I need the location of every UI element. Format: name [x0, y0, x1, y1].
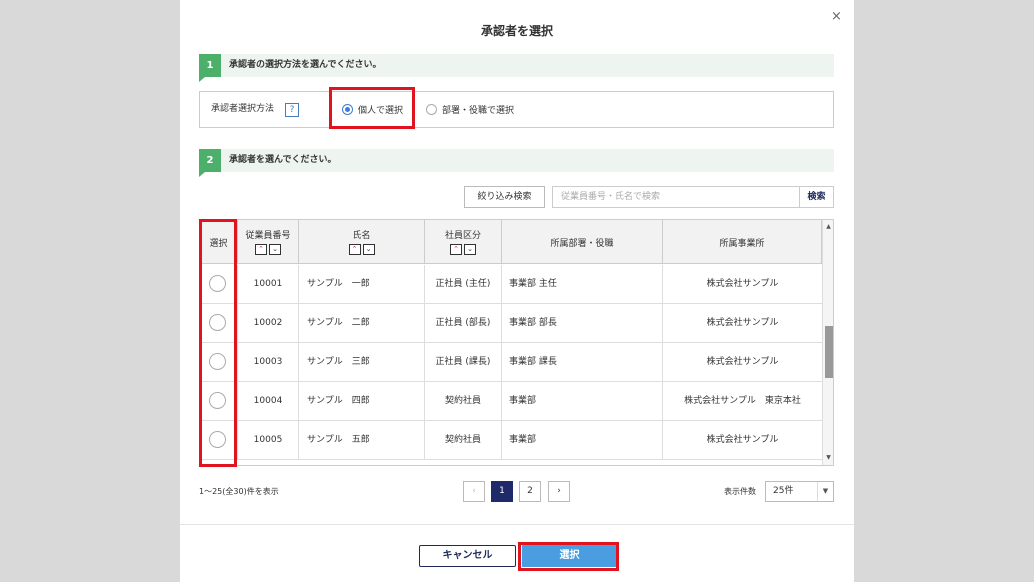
header-name-label: 氏名	[352, 231, 371, 241]
sort-asc-icon[interactable]: ⌃	[450, 244, 462, 255]
per-page-value: 25件	[773, 486, 794, 496]
row-radio-icon[interactable]	[209, 431, 226, 448]
row-emp-type: 正社員 (課長)	[425, 343, 502, 382]
approver-dialog: 承認者を選択 × 1 承認者の選択方法を選んでください。 承認者選択方法 ? 個…	[180, 0, 854, 582]
table-scrollbar[interactable]: ▲ ▼	[822, 220, 833, 465]
radio-department[interactable]: 部署・役職で選択	[426, 92, 514, 127]
header-select-label: 選択	[209, 238, 228, 249]
row-select-cell	[200, 304, 238, 343]
row-name: サンプル 三郎	[299, 343, 425, 382]
per-page-label: 表示件数	[724, 487, 756, 496]
search-button[interactable]: 検索	[799, 186, 834, 208]
sort-desc-icon[interactable]: ⌄	[362, 244, 375, 255]
row-name: サンプル 四郎	[299, 382, 425, 421]
header-emp-no: 従業員番号 ⌃ ⌄	[238, 220, 299, 264]
sort-asc-icon[interactable]: ⌃	[255, 244, 267, 255]
radio-selected-icon[interactable]	[342, 104, 353, 115]
row-office: 株式会社サンプル	[706, 279, 779, 289]
row-select-cell	[200, 343, 238, 382]
help-icon[interactable]: ?	[285, 103, 299, 117]
selection-method-box: 承認者選択方法 ? 個人で選択 部署・役職で選択	[199, 91, 834, 128]
step-1-banner: 1 承認者の選択方法を選んでください。	[199, 54, 834, 82]
row-emp-no: 10003	[238, 343, 299, 382]
row-emp-type: 契約社員	[425, 382, 502, 421]
sort-desc-icon[interactable]: ⌄	[464, 244, 476, 255]
header-dept: 所属部署・役職	[502, 220, 663, 264]
next-page-icon[interactable]: ›	[548, 481, 570, 502]
close-icon[interactable]: ×	[831, 10, 842, 24]
row-select-cell	[200, 382, 238, 421]
selection-method-label: 承認者選択方法	[211, 104, 275, 114]
page-1-button[interactable]: 1	[491, 481, 513, 502]
row-select-cell	[200, 421, 238, 460]
row-radio-icon[interactable]	[209, 392, 226, 409]
table-row[interactable]: 10003 サンプル 三郎 正社員 (課長) 事業部 課長 株式会社サンプル	[200, 343, 822, 382]
page-2-button[interactable]: 2	[519, 481, 541, 502]
step-2-banner: 2 承認者を選んでください。	[199, 149, 834, 177]
row-dept: 事業部	[502, 382, 663, 421]
header-emp-type: 社員区分 ⌃ ⌄	[425, 220, 502, 264]
row-emp-type: 正社員 (主任)	[425, 265, 502, 304]
chevron-down-icon: ▼	[817, 482, 833, 501]
row-office: 株式会社サンプル 東京本社	[684, 396, 801, 406]
scroll-down-icon[interactable]: ▼	[823, 452, 833, 464]
header-office-label: 所属事業所	[719, 238, 765, 249]
row-office: 株式会社サンプル	[706, 435, 779, 445]
row-emp-no: 10001	[238, 265, 299, 304]
radio-unselected-icon[interactable]	[426, 104, 437, 115]
row-office: 株式会社サンプル	[706, 357, 779, 367]
row-dept: 事業部	[502, 421, 663, 460]
per-page-select[interactable]: 25件 ▼	[765, 481, 834, 502]
step-1-text: 承認者の選択方法を選んでください。	[229, 60, 382, 70]
search-input[interactable]: 従業員番号・氏名で検索	[552, 186, 800, 208]
footer-divider	[180, 524, 854, 525]
sort-asc-icon[interactable]: ⌃	[348, 244, 361, 255]
table-row[interactable]: 10005 サンプル 五郎 契約社員 事業部 株式会社サンプル	[200, 421, 822, 460]
row-name: サンプル 一郎	[299, 265, 425, 304]
row-emp-no: 10002	[238, 304, 299, 343]
step-2-text: 承認者を選んでください。	[229, 155, 337, 165]
table-header: 選択 従業員番号 ⌃ ⌄ 氏名 ⌃ ⌄ 社員区分 ⌃ ⌄ 所属部署・役職 所属事業所	[200, 220, 822, 264]
sort-desc-icon[interactable]: ⌄	[269, 244, 281, 255]
row-radio-icon[interactable]	[209, 275, 226, 292]
row-emp-no: 10004	[238, 382, 299, 421]
header-emp-no-label: 従業員番号	[245, 231, 291, 241]
row-dept: 事業部 主任	[502, 265, 663, 304]
result-count: 1〜25(全30)件を表示	[199, 487, 279, 496]
row-emp-type: 契約社員	[425, 421, 502, 460]
table-row[interactable]: 10001 サンプル 一郎 正社員 (主任) 事業部 主任 株式会社サンプル	[200, 265, 822, 304]
row-select-cell	[200, 265, 238, 304]
cancel-button[interactable]: キャンセル	[419, 545, 516, 567]
select-button[interactable]: 選択	[522, 545, 617, 567]
scroll-thumb[interactable]	[825, 326, 833, 378]
row-dept: 事業部 部長	[502, 304, 663, 343]
dialog-title: 承認者を選択	[480, 24, 553, 38]
row-emp-type: 正社員 (部長)	[425, 304, 502, 343]
row-office: 株式会社サンプル	[706, 318, 779, 328]
prev-page-icon[interactable]: ‹	[463, 481, 485, 502]
scroll-up-icon[interactable]: ▲	[823, 221, 833, 233]
table-row[interactable]: 10004 サンプル 四郎 契約社員 事業部 株式会社サンプル 東京本社	[200, 382, 822, 421]
header-dept-label: 所属部署・役職	[550, 238, 614, 249]
radio-individual-label: 個人で選択	[358, 106, 404, 116]
row-emp-no: 10005	[238, 421, 299, 460]
radio-department-label: 部署・役職で選択	[442, 106, 515, 116]
row-radio-icon[interactable]	[209, 314, 226, 331]
row-name: サンプル 二郎	[299, 304, 425, 343]
step-1-number: 1	[199, 54, 221, 82]
header-emp-type-label: 社員区分	[444, 231, 481, 241]
filter-search-button[interactable]: 絞り込み検索	[464, 186, 545, 208]
radio-individual[interactable]: 個人で選択	[342, 92, 403, 127]
header-office: 所属事業所	[663, 220, 822, 264]
row-dept: 事業部 課長	[502, 343, 663, 382]
step-2-number: 2	[199, 149, 221, 177]
row-radio-icon[interactable]	[209, 353, 226, 370]
table-row[interactable]: 10002 サンプル 二郎 正社員 (部長) 事業部 部長 株式会社サンプル	[200, 304, 822, 343]
header-select: 選択	[200, 220, 238, 264]
header-name: 氏名 ⌃ ⌄	[299, 220, 425, 264]
row-name: サンプル 五郎	[299, 421, 425, 460]
approver-table: 選択 従業員番号 ⌃ ⌄ 氏名 ⌃ ⌄ 社員区分 ⌃ ⌄ 所属部署・役職 所属事業所 …	[199, 219, 834, 466]
